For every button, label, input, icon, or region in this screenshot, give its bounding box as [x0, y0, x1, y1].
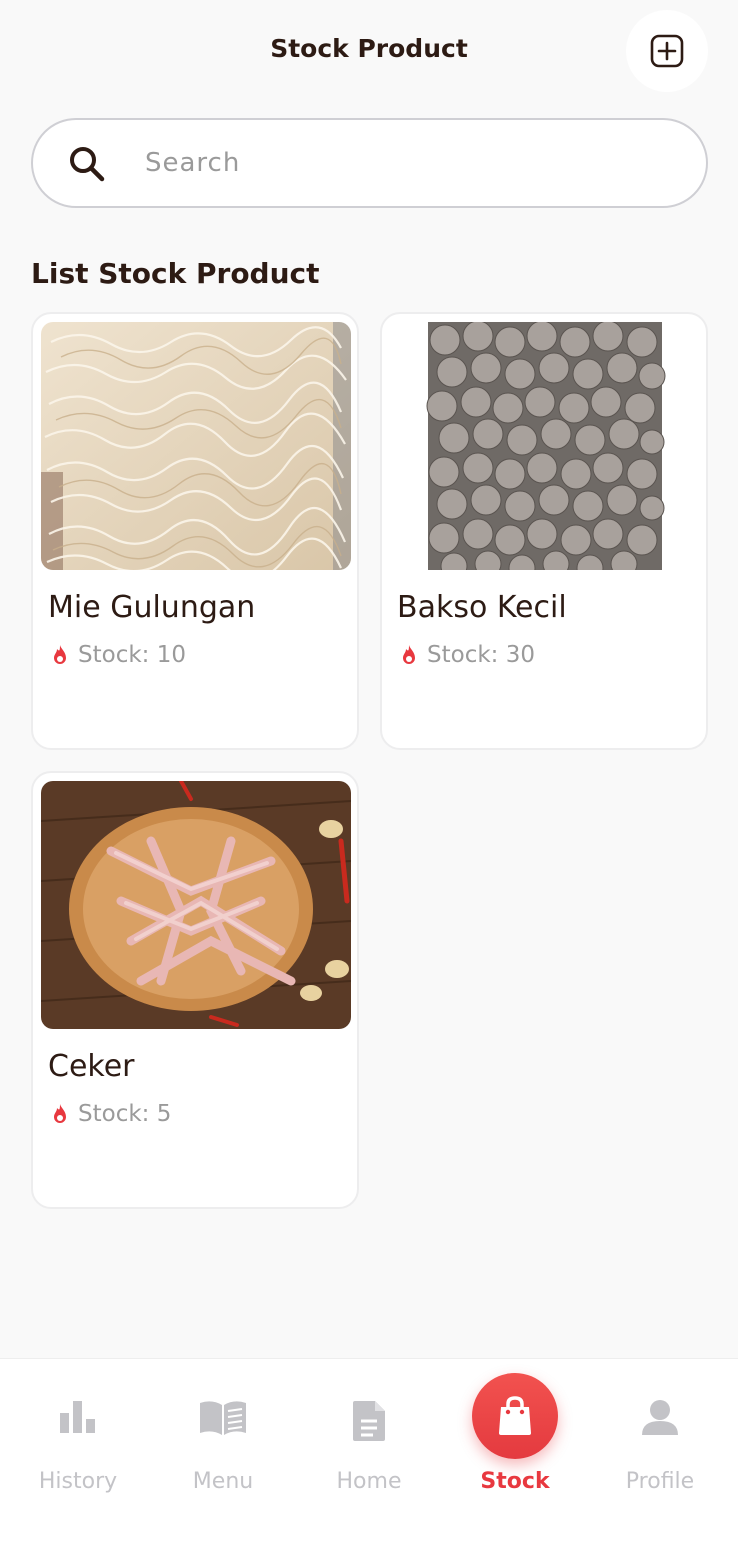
product-card[interactable]: Bakso Kecil Stock: 30: [380, 312, 708, 750]
nav-item-menu[interactable]: Menu: [150, 1359, 296, 1546]
product-stock: Stock: 30: [399, 642, 535, 668]
flame-icon: [50, 1103, 70, 1125]
bar-chart-icon: [58, 1399, 98, 1435]
product-image-meatballs: [390, 322, 700, 570]
product-image-chicken-feet: [41, 781, 351, 1029]
product-stock-label: Stock: 10: [78, 642, 186, 668]
nav-label: Stock: [480, 1469, 550, 1494]
nav-item-stock[interactable]: Stock: [442, 1359, 588, 1546]
search-bar[interactable]: [31, 118, 708, 208]
product-stock-label: Stock: 5: [78, 1101, 172, 1127]
plus-square-icon: [650, 34, 684, 68]
book-icon: [198, 1399, 248, 1437]
nav-label: History: [38, 1469, 118, 1494]
product-card[interactable]: Mie Gulungan Stock: 10: [31, 312, 359, 750]
product-image-rolled-noodles: [41, 322, 351, 570]
nav-item-history[interactable]: History: [5, 1359, 151, 1546]
nav-label: Menu: [192, 1469, 254, 1494]
product-card[interactable]: Ceker Stock: 5: [31, 771, 359, 1209]
product-name: Ceker: [48, 1049, 135, 1084]
app-header: Stock Product: [0, 0, 738, 100]
nav-item-home[interactable]: Home: [296, 1359, 442, 1546]
product-stock-label: Stock: 30: [427, 642, 535, 668]
product-stock: Stock: 10: [50, 642, 186, 668]
flame-icon: [50, 644, 70, 666]
document-icon: [351, 1399, 387, 1443]
nav-item-profile[interactable]: Profile: [587, 1359, 733, 1546]
flame-icon: [399, 644, 419, 666]
search-input[interactable]: [145, 140, 665, 186]
person-icon: [640, 1399, 680, 1437]
shopping-bag-icon: [499, 1396, 531, 1435]
bottom-navigation: History Menu Home Stock Profile: [0, 1358, 738, 1546]
add-product-button[interactable]: [626, 10, 708, 92]
nav-label: Home: [336, 1469, 402, 1494]
product-name: Bakso Kecil: [397, 590, 567, 625]
search-icon: [70, 147, 105, 182]
product-name: Mie Gulungan: [48, 590, 256, 625]
nav-label: Profile: [625, 1469, 695, 1494]
active-tab-indicator: [472, 1373, 558, 1459]
product-stock: Stock: 5: [50, 1101, 171, 1127]
section-title: List Stock Product: [31, 257, 320, 290]
